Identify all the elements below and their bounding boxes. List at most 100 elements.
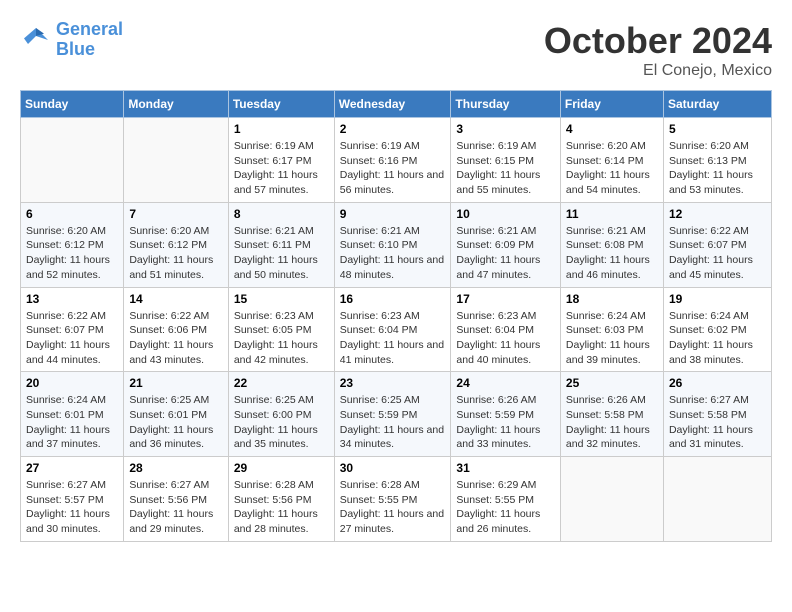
calendar-cell bbox=[124, 118, 229, 203]
day-header-saturday: Saturday bbox=[663, 91, 771, 118]
day-info: Sunrise: 6:19 AM Sunset: 6:15 PM Dayligh… bbox=[456, 139, 554, 198]
day-info: Sunrise: 6:25 AM Sunset: 5:59 PM Dayligh… bbox=[340, 393, 446, 452]
day-number: 16 bbox=[340, 292, 446, 306]
calendar-cell: 16Sunrise: 6:23 AM Sunset: 6:04 PM Dayli… bbox=[334, 287, 451, 372]
logo-line2: Blue bbox=[56, 40, 123, 60]
day-number: 25 bbox=[566, 376, 658, 390]
calendar-cell: 12Sunrise: 6:22 AM Sunset: 6:07 PM Dayli… bbox=[663, 202, 771, 287]
day-number: 15 bbox=[234, 292, 329, 306]
calendar-cell: 28 Sunrise: 6:27 AM Sunset: 5:56 PM Dayli… bbox=[124, 457, 229, 542]
calendar-cell: 13Sunrise: 6:22 AM Sunset: 6:07 PM Dayli… bbox=[21, 287, 124, 372]
day-number: 1 bbox=[234, 122, 329, 136]
logo: General Blue bbox=[20, 20, 123, 60]
day-info: Sunrise: 6:21 AM Sunset: 6:08 PM Dayligh… bbox=[566, 224, 658, 283]
day-info: Sunrise: 6:28 AM Sunset: 5:56 PM Dayligh… bbox=[234, 478, 329, 537]
location: El Conejo, Mexico bbox=[544, 62, 772, 80]
day-number: 18 bbox=[566, 292, 658, 306]
calendar-cell: 31 Sunrise: 6:29 AM Sunset: 5:55 PM Dayli… bbox=[451, 457, 560, 542]
calendar-cell bbox=[21, 118, 124, 203]
day-info: Sunrise: 6:25 AM Sunset: 6:01 PM Dayligh… bbox=[129, 393, 223, 452]
day-info: Sunrise: 6:20 AM Sunset: 6:12 PM Dayligh… bbox=[129, 224, 223, 283]
day-info: Sunrise: 6:27 AM Sunset: 5:58 PM Dayligh… bbox=[669, 393, 766, 452]
calendar-cell: 23 Sunrise: 6:25 AM Sunset: 5:59 PM Dayli… bbox=[334, 372, 451, 457]
day-number: 19 bbox=[669, 292, 766, 306]
day-header-monday: Monday bbox=[124, 91, 229, 118]
day-info: Sunrise: 6:29 AM Sunset: 5:55 PM Dayligh… bbox=[456, 478, 554, 537]
day-header-thursday: Thursday bbox=[451, 91, 560, 118]
day-number: 20 bbox=[26, 376, 118, 390]
day-number: 21 bbox=[129, 376, 223, 390]
day-number: 8 bbox=[234, 207, 329, 221]
day-info: Sunrise: 6:23 AM Sunset: 6:05 PM Dayligh… bbox=[234, 309, 329, 368]
month-title: October 2024 bbox=[544, 20, 772, 62]
day-info: Sunrise: 6:21 AM Sunset: 6:10 PM Dayligh… bbox=[340, 224, 446, 283]
calendar-cell: 10 Sunrise: 6:21 AM Sunset: 6:09 PM Dayli… bbox=[451, 202, 560, 287]
day-number: 23 bbox=[340, 376, 446, 390]
day-info: Sunrise: 6:20 AM Sunset: 6:13 PM Dayligh… bbox=[669, 139, 766, 198]
logo-bird-icon bbox=[20, 24, 52, 56]
calendar-table: SundayMondayTuesdayWednesdayThursdayFrid… bbox=[20, 90, 772, 542]
calendar-cell: 11 Sunrise: 6:21 AM Sunset: 6:08 PM Dayli… bbox=[560, 202, 663, 287]
day-info: Sunrise: 6:22 AM Sunset: 6:07 PM Dayligh… bbox=[26, 309, 118, 368]
week-row-1: 6 Sunrise: 6:20 AM Sunset: 6:12 PM Daylig… bbox=[21, 202, 772, 287]
calendar-cell: 5 Sunrise: 6:20 AM Sunset: 6:13 PM Daylig… bbox=[663, 118, 771, 203]
day-info: Sunrise: 6:22 AM Sunset: 6:06 PM Dayligh… bbox=[129, 309, 223, 368]
day-info: Sunrise: 6:24 AM Sunset: 6:03 PM Dayligh… bbox=[566, 309, 658, 368]
calendar-cell: 19 Sunrise: 6:24 AM Sunset: 6:02 PM Dayli… bbox=[663, 287, 771, 372]
day-info: Sunrise: 6:21 AM Sunset: 6:11 PM Dayligh… bbox=[234, 224, 329, 283]
day-info: Sunrise: 6:27 AM Sunset: 5:57 PM Dayligh… bbox=[26, 478, 118, 537]
day-info: Sunrise: 6:24 AM Sunset: 6:02 PM Dayligh… bbox=[669, 309, 766, 368]
calendar-cell: 15 Sunrise: 6:23 AM Sunset: 6:05 PM Dayli… bbox=[228, 287, 334, 372]
calendar-cell: 2Sunrise: 6:19 AM Sunset: 6:16 PM Daylig… bbox=[334, 118, 451, 203]
day-number: 24 bbox=[456, 376, 554, 390]
day-header-tuesday: Tuesday bbox=[228, 91, 334, 118]
day-info: Sunrise: 6:24 AM Sunset: 6:01 PM Dayligh… bbox=[26, 393, 118, 452]
day-number: 5 bbox=[669, 122, 766, 136]
calendar-cell: 25 Sunrise: 6:26 AM Sunset: 5:58 PM Dayli… bbox=[560, 372, 663, 457]
day-info: Sunrise: 6:25 AM Sunset: 6:00 PM Dayligh… bbox=[234, 393, 329, 452]
day-header-friday: Friday bbox=[560, 91, 663, 118]
day-info: Sunrise: 6:28 AM Sunset: 5:55 PM Dayligh… bbox=[340, 478, 446, 537]
week-row-4: 27 Sunrise: 6:27 AM Sunset: 5:57 PM Dayli… bbox=[21, 457, 772, 542]
title-area: October 2024 El Conejo, Mexico bbox=[544, 20, 772, 80]
day-number: 28 bbox=[129, 461, 223, 475]
day-info: Sunrise: 6:20 AM Sunset: 6:14 PM Dayligh… bbox=[566, 139, 658, 198]
day-number: 30 bbox=[340, 461, 446, 475]
calendar-cell: 1Sunrise: 6:19 AM Sunset: 6:17 PM Daylig… bbox=[228, 118, 334, 203]
calendar-cell: 17 Sunrise: 6:23 AM Sunset: 6:04 PM Dayli… bbox=[451, 287, 560, 372]
calendar-body: 1Sunrise: 6:19 AM Sunset: 6:17 PM Daylig… bbox=[21, 118, 772, 542]
calendar-cell bbox=[663, 457, 771, 542]
day-info: Sunrise: 6:26 AM Sunset: 5:59 PM Dayligh… bbox=[456, 393, 554, 452]
calendar-header-row: SundayMondayTuesdayWednesdayThursdayFrid… bbox=[21, 91, 772, 118]
day-number: 27 bbox=[26, 461, 118, 475]
day-header-sunday: Sunday bbox=[21, 91, 124, 118]
week-row-0: 1Sunrise: 6:19 AM Sunset: 6:17 PM Daylig… bbox=[21, 118, 772, 203]
day-number: 4 bbox=[566, 122, 658, 136]
day-info: Sunrise: 6:22 AM Sunset: 6:07 PM Dayligh… bbox=[669, 224, 766, 283]
day-info: Sunrise: 6:26 AM Sunset: 5:58 PM Dayligh… bbox=[566, 393, 658, 452]
calendar-cell: 30 Sunrise: 6:28 AM Sunset: 5:55 PM Dayli… bbox=[334, 457, 451, 542]
calendar-cell: 27 Sunrise: 6:27 AM Sunset: 5:57 PM Dayli… bbox=[21, 457, 124, 542]
day-number: 3 bbox=[456, 122, 554, 136]
logo-line1: General bbox=[56, 20, 123, 40]
week-row-3: 20 Sunrise: 6:24 AM Sunset: 6:01 PM Dayli… bbox=[21, 372, 772, 457]
day-number: 14 bbox=[129, 292, 223, 306]
calendar-cell: 3 Sunrise: 6:19 AM Sunset: 6:15 PM Daylig… bbox=[451, 118, 560, 203]
day-header-wednesday: Wednesday bbox=[334, 91, 451, 118]
day-number: 31 bbox=[456, 461, 554, 475]
day-info: Sunrise: 6:23 AM Sunset: 6:04 PM Dayligh… bbox=[456, 309, 554, 368]
day-number: 22 bbox=[234, 376, 329, 390]
calendar-cell: 6Sunrise: 6:20 AM Sunset: 6:12 PM Daylig… bbox=[21, 202, 124, 287]
day-number: 11 bbox=[566, 207, 658, 221]
day-number: 29 bbox=[234, 461, 329, 475]
day-number: 10 bbox=[456, 207, 554, 221]
day-number: 17 bbox=[456, 292, 554, 306]
calendar-cell bbox=[560, 457, 663, 542]
calendar-cell: 26Sunrise: 6:27 AM Sunset: 5:58 PM Dayli… bbox=[663, 372, 771, 457]
day-number: 6 bbox=[26, 207, 118, 221]
calendar-cell: 21 Sunrise: 6:25 AM Sunset: 6:01 PM Dayli… bbox=[124, 372, 229, 457]
day-info: Sunrise: 6:27 AM Sunset: 5:56 PM Dayligh… bbox=[129, 478, 223, 537]
day-info: Sunrise: 6:19 AM Sunset: 6:16 PM Dayligh… bbox=[340, 139, 446, 198]
day-info: Sunrise: 6:21 AM Sunset: 6:09 PM Dayligh… bbox=[456, 224, 554, 283]
calendar-cell: 4 Sunrise: 6:20 AM Sunset: 6:14 PM Daylig… bbox=[560, 118, 663, 203]
